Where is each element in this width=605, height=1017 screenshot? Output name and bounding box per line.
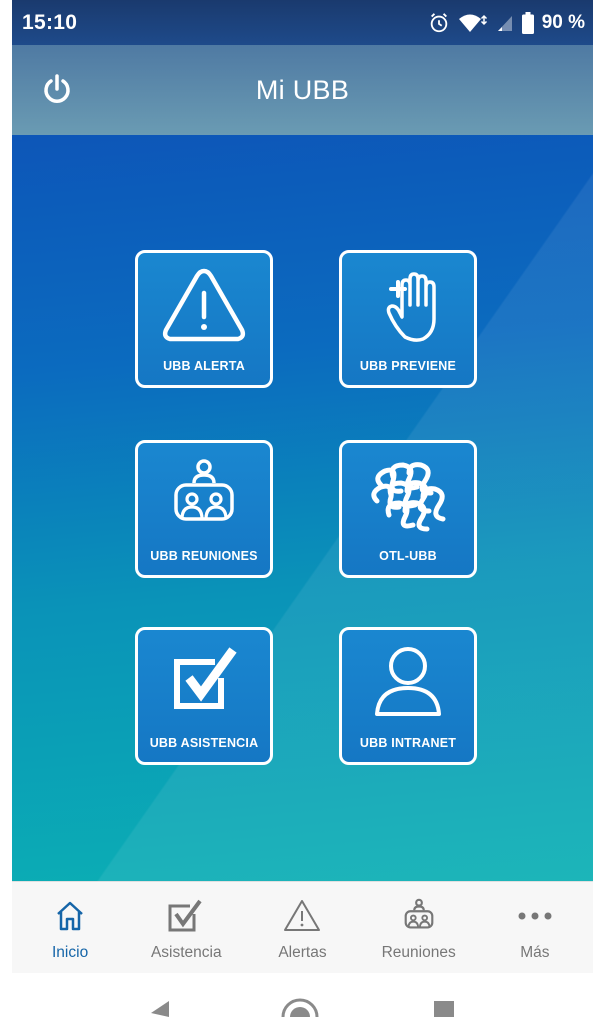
system-nav [12,973,593,1017]
nav-label: Más [520,944,550,961]
tile-label: UBB REUNIONES [150,549,258,563]
tile-ubb-reuniones[interactable]: UBB REUNIONES [135,440,273,578]
user-icon [342,644,474,720]
page-title: Mi UBB [255,74,350,105]
status-time: 15:10 [22,10,78,34]
nav-item-reuniones[interactable]: Reuniones [361,894,477,962]
main-content: UBB ALERTA UBB PREVIENE UBB REUNIONES OT… [12,135,593,881]
warning-triangle-icon [138,267,270,343]
tile-label: UBB ASISTENCIA [149,736,259,750]
meeting-icon [138,457,270,533]
tile-ubb-previene[interactable]: UBB PREVIENE [339,250,477,388]
recents-icon[interactable] [430,973,458,1017]
nav-item-asistencia[interactable]: Asistencia [128,894,244,962]
nav-item-mas[interactable]: Más [477,894,593,962]
nav-item-alertas[interactable]: Alertas [244,894,360,962]
tile-label: OTL-UBB [379,549,437,563]
status-icons: 90 % [428,11,585,34]
tile-ubb-intranet[interactable]: UBB INTRANET [339,627,477,765]
app-screen: 15:10 90 % Mi UBB UBB ALERTA UBB PREVIEN… [12,0,593,1017]
nav-label: Inicio [52,944,89,961]
tile-label: UBB PREVIENE [359,359,457,373]
tile-ubb-asistencia[interactable]: UBB ASISTENCIA [135,627,273,765]
back-icon[interactable] [147,973,171,1017]
battery-icon [521,11,534,34]
tile-ubb-alerta[interactable]: UBB ALERTA [135,250,273,388]
alarm-icon [428,12,450,34]
tile-otl-ubb[interactable]: OTL-UBB [339,440,477,578]
home-circle-icon[interactable] [280,973,320,1017]
tile-label: UBB ALERTA [163,359,245,373]
otl-logo-icon [342,457,474,537]
status-bar: 15:10 90 % [12,0,593,45]
checkbox-icon [138,644,270,716]
battery-percent: 90 % [541,11,585,33]
home-icon [54,894,86,938]
wifi-icon [458,12,488,34]
app-header: Mi UBB [12,45,593,135]
bottom-nav: Inicio Asistencia Alertas Reuniones Más [12,881,593,973]
nav-label: Reuniones [381,944,456,961]
checkbox-icon [166,894,206,938]
hand-plus-icon [342,267,474,345]
nav-label: Asistencia [150,944,222,961]
meeting-icon [400,894,438,938]
nav-item-inicio[interactable]: Inicio [12,894,128,962]
more-icon [517,894,553,938]
nav-label: Alertas [278,944,327,961]
warning-icon [283,894,321,938]
tile-label: UBB INTRANET [359,736,457,750]
signal-icon [496,13,514,33]
power-icon[interactable] [40,73,74,107]
